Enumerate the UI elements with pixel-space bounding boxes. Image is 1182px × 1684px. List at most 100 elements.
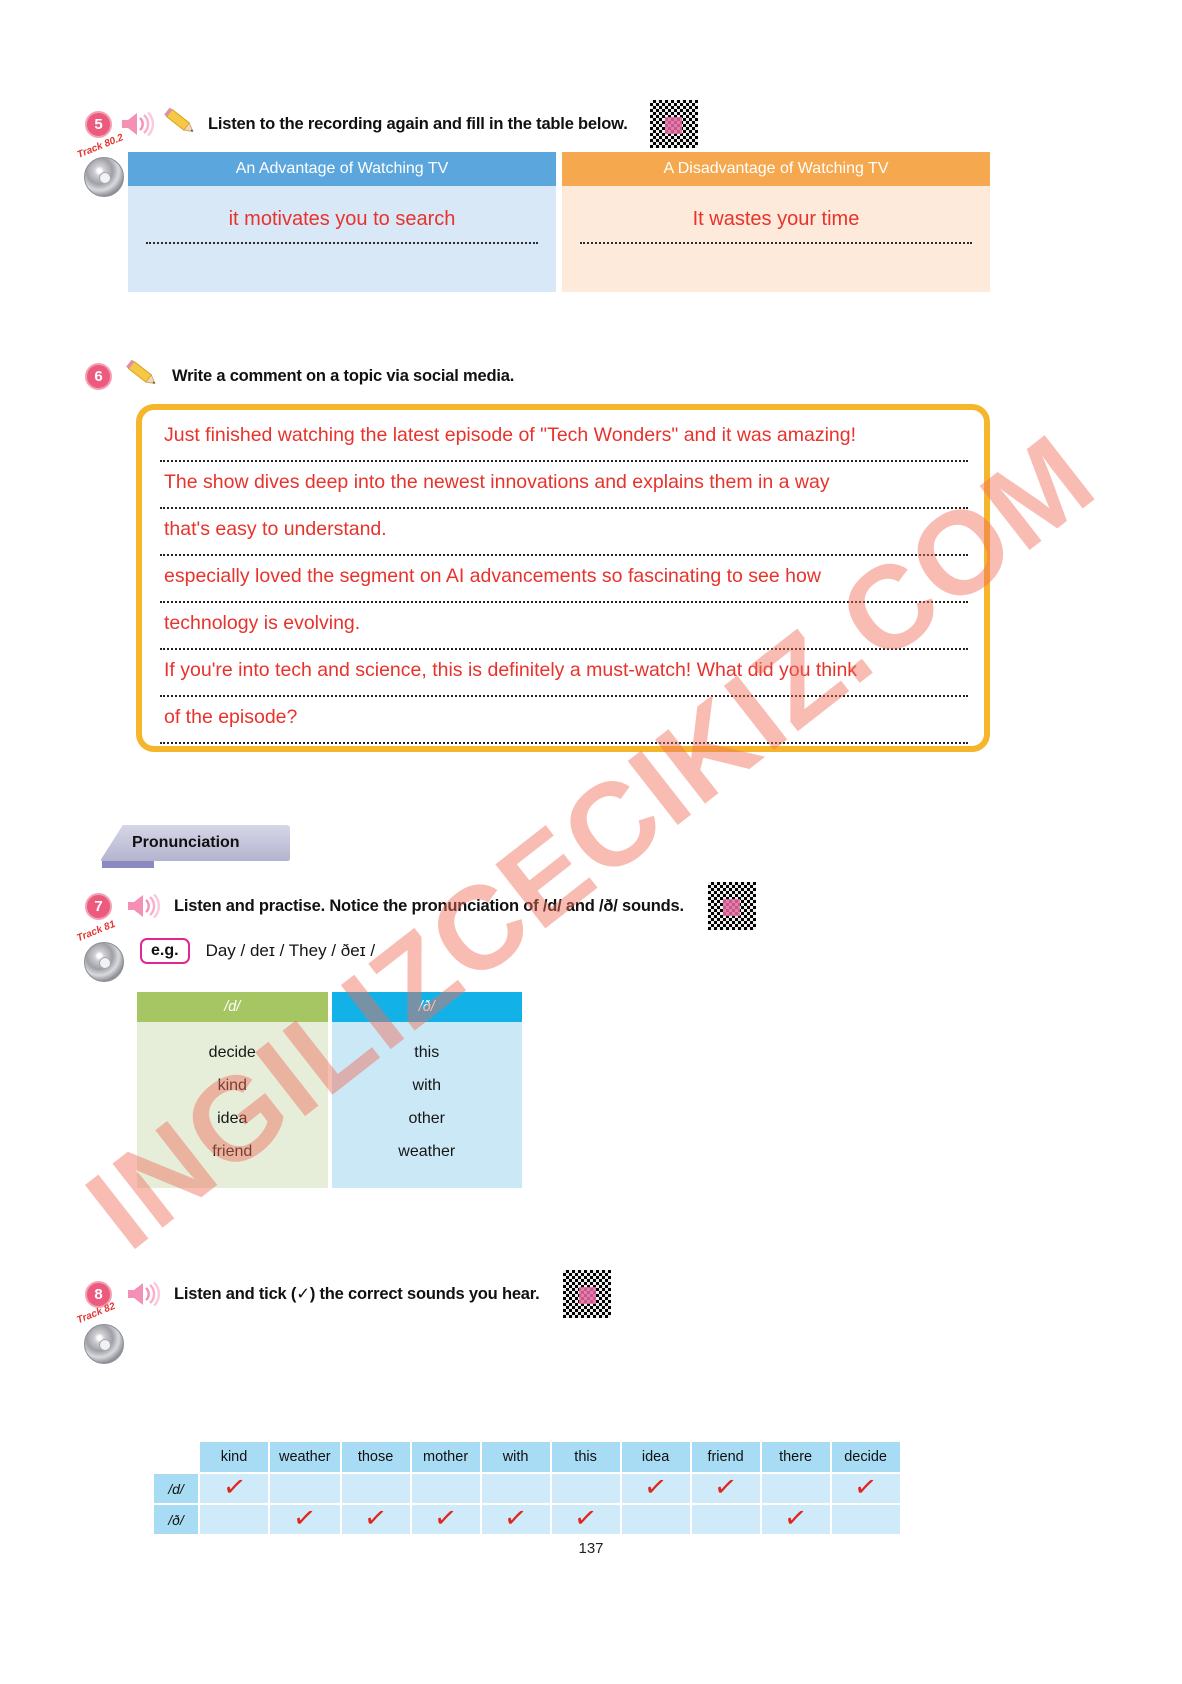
disadvantage-answer: It wastes your time <box>692 208 860 230</box>
tick-cell[interactable] <box>270 1474 340 1503</box>
tick-cell[interactable] <box>621 1505 690 1534</box>
word-item: idea <box>217 1110 248 1127</box>
tick-cell[interactable] <box>411 1474 480 1503</box>
advantage-disadvantage-table: An Advantage of Watching TV it motivates… <box>128 152 990 292</box>
column-header: kind <box>200 1442 268 1472</box>
qr-code-icon[interactable] <box>563 1270 612 1318</box>
track-badge-7: Track 81 <box>75 919 134 982</box>
table-row: /ð/ ✓ ✓ ✓ ✓ ✓ ✓ <box>154 1501 900 1536</box>
column-header: weather <box>270 1442 340 1472</box>
word-item: this <box>414 1044 440 1061</box>
tick-mark: ✓ <box>572 1501 600 1536</box>
comment-line-text: especially loved the segment on AI advan… <box>164 565 821 587</box>
sound-column-d: decide kind idea friend <box>137 1022 328 1188</box>
comment-line[interactable]: Just finished watching the latest episod… <box>160 424 968 471</box>
writing-rule <box>160 601 968 603</box>
tick-mark: ✓ <box>642 1470 670 1505</box>
tick-cell[interactable]: ✓ <box>481 1502 550 1535</box>
sound-header-th: /ð/ <box>331 992 522 1022</box>
tick-cell[interactable] <box>761 1474 830 1503</box>
sound-words-table: /d/ /ð/ decide kind idea friend this wit… <box>137 992 522 1188</box>
example-text: Day / deɪ / They / ðeɪ / <box>205 941 376 960</box>
table-corner-cell <box>154 1442 198 1472</box>
exercise-6-instruction: Write a comment on a topic via social me… <box>172 367 515 385</box>
comment-line[interactable]: especially loved the segment on AI advan… <box>160 565 968 612</box>
exercise-5-number: 5 <box>85 110 112 138</box>
column-header: decide <box>831 1442 900 1472</box>
comment-line[interactable]: of the episode? <box>160 706 968 753</box>
tick-cell[interactable]: ✓ <box>691 1471 760 1504</box>
track-badge-5: Track 80.2 <box>76 132 134 197</box>
sound-table-header-row: /d/ /ð/ <box>137 992 522 1022</box>
tick-cell[interactable]: ✓ <box>621 1470 690 1505</box>
tick-cell[interactable] <box>551 1474 620 1503</box>
exercise-8-instruction: Listen and tick (✓) the correct sounds y… <box>174 1285 540 1303</box>
speaker-icon <box>126 1281 161 1307</box>
comment-lines: Just finished watching the latest episod… <box>160 424 968 753</box>
column-header: there <box>761 1442 830 1472</box>
comment-line-text: Just finished watching the latest episod… <box>164 424 857 446</box>
tick-cell[interactable] <box>200 1505 268 1534</box>
disadvantage-body[interactable]: It wastes your time <box>561 186 990 292</box>
tab-accent-bar <box>102 861 154 868</box>
speaker-icon <box>126 893 161 919</box>
advantage-body[interactable]: it motivates you to search <box>128 186 557 292</box>
tick-cell[interactable]: ✓ <box>341 1501 410 1536</box>
comment-line[interactable]: technology is evolving. <box>160 612 968 659</box>
tick-cell[interactable]: ✓ <box>831 1470 900 1505</box>
row-label-d: /d/ <box>154 1474 198 1503</box>
tick-cell[interactable]: ✓ <box>200 1470 268 1505</box>
comment-line[interactable]: The show dives deep into the newest inno… <box>160 471 968 518</box>
word-item: kind <box>217 1077 247 1094</box>
writing-rule <box>160 742 968 744</box>
tick-cell[interactable] <box>481 1474 550 1503</box>
pencil-icon <box>120 358 164 395</box>
tick-cell[interactable]: ✓ <box>270 1501 340 1536</box>
speaker-icon <box>120 111 155 137</box>
comment-line[interactable]: that's easy to understand. <box>160 518 968 565</box>
comment-line-text: The show dives deep into the newest inno… <box>164 471 830 493</box>
tick-mark: ✓ <box>362 1501 390 1536</box>
tick-mark: ✓ <box>291 1501 319 1536</box>
tick-mark: ✓ <box>852 1470 880 1505</box>
tick-mark: ✓ <box>220 1470 248 1505</box>
exercise-7-number: 7 <box>85 892 112 920</box>
tick-cell[interactable] <box>831 1505 900 1534</box>
comment-line[interactable]: If you're into tech and science, this is… <box>160 659 968 706</box>
writing-rule <box>160 648 968 650</box>
workbook-page: INGILIZCECIKIZ.COM 5 Listen to the recor… <box>0 0 1182 1684</box>
comment-line-text: that's easy to understand. <box>164 518 387 540</box>
exercise-7-header: 7 Listen and practise. Notice the pronun… <box>85 882 756 930</box>
tick-cell[interactable]: ✓ <box>551 1501 620 1536</box>
disadvantage-column: A Disadvantage of Watching TV It wastes … <box>561 152 990 292</box>
table-header-row: kind weather those mother with this idea… <box>154 1442 900 1472</box>
exercise-7-instruction: Listen and practise. Notice the pronunci… <box>174 896 684 915</box>
pencil-icon <box>160 107 200 142</box>
advantage-header: An Advantage of Watching TV <box>128 152 557 186</box>
tick-cell[interactable]: ✓ <box>761 1502 830 1535</box>
word-item: friend <box>212 1143 253 1160</box>
qr-code-icon[interactable] <box>707 882 756 930</box>
pronunciation-tab-label: Pronunciation <box>132 834 240 851</box>
exercise-8-header: 8 Listen and tick (✓) the correct sounds… <box>85 1270 612 1318</box>
row-label-th: /ð/ <box>154 1505 198 1534</box>
column-header: with <box>481 1442 550 1472</box>
writing-rule <box>160 554 968 556</box>
tick-cell[interactable] <box>691 1505 760 1534</box>
column-header: mother <box>411 1442 480 1472</box>
comment-line-text: of the episode? <box>164 706 298 728</box>
comment-writing-box[interactable]: Just finished watching the latest episod… <box>136 404 990 752</box>
tick-mark: ✓ <box>432 1501 460 1536</box>
disadvantage-header: A Disadvantage of Watching TV <box>561 152 990 186</box>
column-header: friend <box>691 1442 760 1472</box>
example-chip: e.g. <box>140 938 190 964</box>
cd-icon <box>84 157 124 197</box>
table-row: /d/ ✓ ✓ ✓ ✓ <box>154 1470 900 1505</box>
qr-code-icon[interactable] <box>649 100 698 148</box>
pronunciation-section-tab: Pronunciation <box>100 825 290 868</box>
word-item: other <box>408 1110 445 1127</box>
advantage-column: An Advantage of Watching TV it motivates… <box>128 152 557 292</box>
page-number: 137 <box>578 1540 604 1557</box>
tick-cell[interactable]: ✓ <box>411 1501 480 1536</box>
tick-cell[interactable] <box>341 1474 410 1503</box>
